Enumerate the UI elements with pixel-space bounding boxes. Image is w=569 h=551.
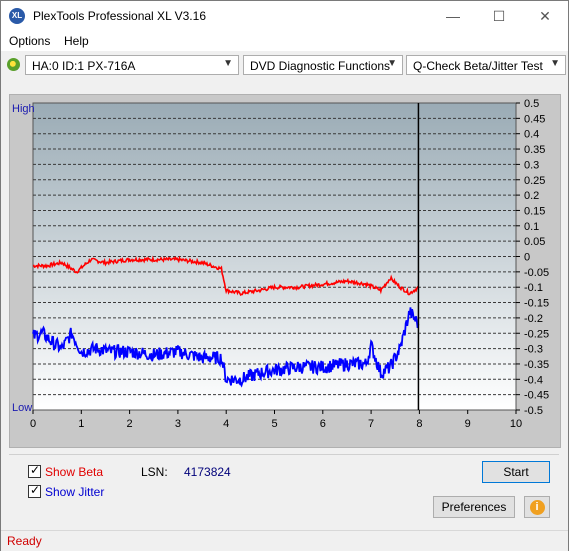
chart-panel: 0 1 2 3 4 5 6 7 8 9 10 0.5 0.45 0.4 0.35 0.3 0.25 0.2 0.1… (9, 94, 561, 448)
function-select[interactable]: DVD Diagnostic Functions ▼ (243, 55, 403, 75)
y-tick-label: -0.2 (524, 313, 543, 325)
y-tick-label: 0.15 (524, 205, 545, 217)
y-tick-label: -0.3 (524, 344, 543, 356)
menu-help[interactable]: Help (64, 34, 89, 48)
beta-jitter-chart: 0 1 2 3 4 5 6 7 8 9 10 0.5 0.45 0.4 0.35 0.3 0.25 0.2 0.1… (10, 95, 560, 447)
y-tick-label: -0.1 (524, 282, 543, 294)
app-icon: XL (9, 8, 25, 24)
show-jitter-checkbox[interactable]: ✓ (28, 483, 41, 498)
maximize-button[interactable]: ☐ (476, 1, 522, 31)
y-tick-label: 0.25 (524, 175, 545, 187)
x-tick-label: 3 (175, 418, 181, 430)
high-label: High (12, 103, 35, 115)
y-tick-label: -0.45 (524, 390, 549, 402)
y-tick-label: 0.5 (524, 98, 539, 110)
lsn-value: 4173824 (184, 465, 231, 479)
check-icon: ✓ (30, 463, 41, 477)
preferences-button-label: Preferences (441, 500, 507, 514)
y-tick-label: -0.5 (524, 405, 543, 417)
y-tick-label: 0.4 (524, 129, 539, 141)
y-tick-label: 0.05 (524, 236, 545, 248)
show-beta-label[interactable]: Show Beta (45, 465, 103, 479)
test-select[interactable]: Q-Check Beta/Jitter Test ▼ (406, 55, 566, 75)
y-tick-label: -0.4 (524, 374, 543, 386)
low-label: Low (12, 402, 32, 414)
show-beta-checkbox[interactable]: ✓ (28, 463, 41, 478)
controls-panel: ✓ Show Beta ✓ Show Jitter LSN: 4173824 S… (9, 454, 559, 526)
x-tick-label: 4 (223, 418, 229, 430)
divider (9, 454, 559, 455)
y-tick-label: -0.05 (524, 267, 549, 279)
info-icon: i (529, 500, 545, 515)
y-tick-label: 0.45 (524, 113, 545, 125)
close-button[interactable]: ✕ (522, 1, 568, 31)
show-jitter-label[interactable]: Show Jitter (45, 485, 104, 499)
y-tick-label: -0.35 (524, 359, 549, 371)
x-tick-label: 10 (510, 418, 522, 430)
x-tick-label: 8 (416, 418, 422, 430)
drive-icon (7, 58, 20, 71)
status-bar: Ready (1, 530, 568, 551)
menu-bar: Options Help (1, 31, 568, 51)
x-tick-label: 7 (368, 418, 374, 430)
x-tick-label: 1 (78, 418, 84, 430)
y-tick-label: 0 (524, 252, 530, 264)
minimize-button[interactable]: — (430, 1, 476, 31)
x-tick-label: 9 (465, 418, 471, 430)
toolbar: HA:0 ID:1 PX-716A ▼ DVD Diagnostic Funct… (1, 52, 568, 80)
check-icon: ✓ (30, 483, 41, 497)
chevron-down-icon: ▼ (387, 58, 397, 69)
test-select-value: Q-Check Beta/Jitter Test (413, 59, 543, 73)
function-select-value: DVD Diagnostic Functions (250, 59, 391, 73)
status-text: Ready (7, 534, 42, 548)
start-button-label: Start (503, 465, 529, 479)
x-tick-label: 6 (320, 418, 326, 430)
info-button[interactable]: i (524, 496, 550, 518)
preferences-button[interactable]: Preferences (433, 496, 515, 518)
y-tick-label: 0.35 (524, 144, 545, 156)
y-tick-label: 0.1 (524, 221, 539, 233)
start-button[interactable]: Start (482, 461, 550, 483)
y-tick-label: 0.2 (524, 190, 539, 202)
x-tick-label: 5 (271, 418, 277, 430)
x-tick-label: 2 (127, 418, 133, 430)
chevron-down-icon: ▼ (223, 58, 233, 69)
y-tick-label: -0.15 (524, 298, 549, 310)
x-tick-label: 0 (30, 418, 36, 430)
chevron-down-icon: ▼ (550, 58, 560, 69)
y-tick-label: 0.3 (524, 159, 539, 171)
title-bar: XL PlexTools Professional XL V3.16 — ☐ ✕ (1, 1, 568, 31)
drive-select[interactable]: HA:0 ID:1 PX-716A ▼ (25, 55, 239, 75)
window-title: PlexTools Professional XL V3.16 (33, 9, 206, 23)
main-window: XL PlexTools Professional XL V3.16 — ☐ ✕… (0, 0, 569, 551)
drive-select-value: HA:0 ID:1 PX-716A (32, 59, 136, 73)
menu-options[interactable]: Options (9, 34, 50, 48)
y-tick-label: -0.25 (524, 328, 549, 340)
lsn-label: LSN: (141, 465, 168, 479)
